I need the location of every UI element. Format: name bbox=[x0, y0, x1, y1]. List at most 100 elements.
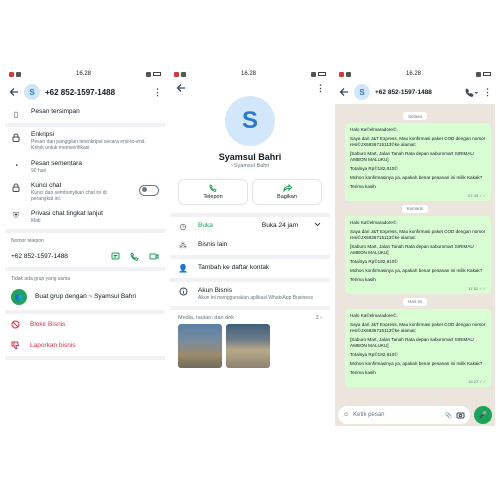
message-bubble[interactable]: Halo Ka©elmaradore©, Saya dari J&T Expres… bbox=[345, 215, 491, 294]
message-text: Totalnya Rp©182,810© bbox=[350, 165, 398, 171]
more-options-icon[interactable]: ⋮ bbox=[316, 83, 325, 94]
temporary-desc: 90 hari bbox=[31, 167, 47, 174]
business-account-title: Akun Bisnis bbox=[198, 287, 232, 294]
call-label: Telepon bbox=[203, 194, 223, 200]
chevron-down-icon[interactable] bbox=[312, 222, 322, 227]
encryption-desc: Pesan dan panggilan terenkripsi secara e… bbox=[31, 139, 146, 152]
media-count: 2 bbox=[315, 315, 319, 322]
media-thumbnail[interactable] bbox=[226, 324, 270, 369]
notification-icon bbox=[339, 71, 344, 77]
more-options-icon[interactable]: ⋮ bbox=[153, 87, 162, 98]
notification-icon bbox=[181, 71, 186, 77]
add-person-icon: 👤 bbox=[178, 264, 188, 273]
date-separator: Hari ini bbox=[402, 297, 427, 306]
call-button[interactable]: Telepon bbox=[178, 179, 248, 205]
back-arrow-icon[interactable] bbox=[176, 83, 186, 93]
chat-lock-desc: Kunci dan sembunyikan chat ini di perang… bbox=[31, 189, 107, 202]
message-text: Mohon konfirmasinya ya, apakah benar pes… bbox=[350, 360, 483, 366]
message-text: Mohon konfirmasinya ya, apakah benar pes… bbox=[350, 174, 483, 180]
block-business-row[interactable]: Blokir Bisnis bbox=[5, 314, 165, 335]
business-account-desc: Akun ini menggunakan aplikasi WhatsApp B… bbox=[198, 295, 314, 301]
read-receipt-icon: ✓✓ bbox=[478, 192, 486, 198]
report-business-row[interactable]: Laporkan bisnis bbox=[5, 335, 165, 356]
block-icon bbox=[11, 320, 20, 329]
temporary-title: Pesan sementara bbox=[31, 159, 82, 167]
chat-title[interactable]: +62 852-1597-1488 bbox=[375, 89, 460, 96]
attach-icon[interactable]: 📎 bbox=[445, 412, 452, 419]
business-profile-panel: 16.28 ⋮ S Syamsul Bahri ~Syamsul Bahri T… bbox=[170, 68, 330, 426]
battery-icon bbox=[482, 72, 491, 76]
encryption-row[interactable]: Enkripsi Pesan dan panggilan terenkripsi … bbox=[5, 127, 165, 156]
mic-button[interactable]: 🎤 bbox=[474, 406, 492, 424]
create-group-row[interactable]: 👥 Buat grup dengan ~ Syamsul Bahri bbox=[5, 284, 165, 310]
chat-lock-toggle[interactable] bbox=[139, 184, 159, 196]
message-text: Terima kasih bbox=[350, 369, 376, 375]
message-list: Selasa Halo Ka©elmaradore©, Saya dari J&T … bbox=[335, 104, 495, 404]
message-bubble[interactable]: Halo Ka©elmaradore©, Saya dari J&T Expres… bbox=[345, 123, 491, 201]
contact-info-panel: 16.28 S +62 852-1597-1488 ⋮ ▯ Pesan ters… bbox=[5, 68, 165, 426]
profile-avatar[interactable]: S bbox=[225, 96, 275, 146]
more-business-label: Bisnis lain bbox=[198, 241, 228, 248]
phone-call-icon[interactable] bbox=[130, 251, 139, 261]
more-options-icon[interactable]: ⋮ bbox=[483, 87, 492, 98]
message-text: Saya dari J&T Express, Mau konfirmasi pa… bbox=[350, 135, 487, 147]
avatar[interactable]: S bbox=[24, 84, 40, 100]
add-contact-row[interactable]: 👤 Tambah ke daftar kontak bbox=[170, 259, 330, 278]
media-header[interactable]: Media, tautan, dan dok 2 › bbox=[170, 310, 330, 324]
back-arrow-icon[interactable] bbox=[9, 87, 19, 97]
battery-icon bbox=[152, 72, 161, 76]
call-menu-icon[interactable] bbox=[465, 87, 478, 97]
share-button[interactable]: Bagikan bbox=[252, 179, 322, 205]
read-receipt-icon: ✓✓ bbox=[478, 285, 486, 291]
read-receipt-icon: ✓✓ bbox=[478, 378, 486, 384]
back-arrow-icon[interactable] bbox=[339, 87, 349, 97]
notification-icon bbox=[9, 71, 14, 77]
media-thumbnail[interactable] bbox=[178, 324, 222, 369]
message-text: [Saburo Mart, Jalan Tanah Rata depan sab… bbox=[350, 243, 475, 255]
phone-row[interactable]: +62 852-1597-1488 bbox=[5, 246, 165, 267]
message-icon[interactable] bbox=[111, 252, 120, 261]
lock-icon bbox=[11, 132, 21, 142]
message-text: Terima kasih bbox=[350, 183, 376, 189]
chat-lock-row[interactable]: Kunci chat Kunci dan sembunyikan chat ini… bbox=[5, 178, 165, 207]
business-account-row[interactable]: Akun Bisnis Akun ini menggunakan aplikasi… bbox=[170, 282, 330, 306]
contact-title: +62 852-1597-1488 bbox=[45, 87, 116, 97]
avatar[interactable]: S bbox=[354, 84, 370, 100]
status-time: 16.28 bbox=[240, 71, 256, 77]
emoji-icon[interactable]: ☺ bbox=[343, 412, 349, 418]
share-label: Bagikan bbox=[277, 194, 297, 200]
status-time: 16.28 bbox=[405, 71, 421, 77]
header: S +62 852-1597-1488 ⋮ bbox=[5, 80, 165, 104]
temporary-messages-row[interactable]: ◔ Pesan sementara 90 hari bbox=[5, 156, 165, 178]
message-input[interactable]: ☺ Ketik pesan 📎 bbox=[338, 406, 470, 424]
camera-icon[interactable] bbox=[456, 411, 465, 419]
message-text: Halo Ka©elmaradore©, bbox=[350, 127, 398, 132]
message-text: Terima kasih bbox=[350, 276, 376, 282]
block-label: Blokir Bisnis bbox=[30, 320, 66, 328]
create-group-label: Buat grup dengan ~ Syamsul Bahri bbox=[35, 293, 136, 300]
info-icon bbox=[178, 287, 188, 296]
clock-icon: ◷ bbox=[179, 222, 187, 231]
business-hours-row[interactable]: ◷ Buka Buka 24 jam bbox=[170, 217, 330, 236]
message-text: Mohon konfirmasinya ya, apakah benar pes… bbox=[350, 267, 483, 273]
status-bar: 16.28 bbox=[5, 68, 165, 80]
signal-icon bbox=[310, 71, 316, 77]
notification-icon bbox=[16, 71, 21, 77]
advanced-privacy-row[interactable]: ⛨ Privasi chat tingkat lanjut Mati bbox=[5, 206, 165, 228]
date-separator: Selasa bbox=[403, 112, 427, 120]
chat-panel: 16.28 S +62 852-1597-1488 ⋮ Selasa Halo K… bbox=[335, 68, 495, 426]
battery-icon bbox=[317, 72, 326, 76]
bookmark-icon: ▯ bbox=[13, 109, 19, 119]
status-bar: 16.28 bbox=[335, 68, 495, 80]
video-call-icon[interactable] bbox=[149, 252, 159, 261]
more-business-row[interactable]: ⁂ Bisnis lain bbox=[170, 236, 330, 255]
date-separator: Kemarin bbox=[401, 204, 429, 213]
message-time: 07.49 bbox=[468, 192, 479, 198]
advanced-privacy-title: Privasi chat tingkat lanjut bbox=[31, 210, 103, 218]
saved-messages-row[interactable]: ▯ Pesan tersimpan bbox=[5, 104, 165, 123]
message-bubble[interactable]: Halo Ka©elmaradore©, Saya dari J&T Expres… bbox=[345, 308, 491, 387]
status-time: 16.28 bbox=[75, 71, 91, 77]
shield-icon: ⛨ bbox=[13, 211, 19, 221]
advanced-privacy-desc: Mati bbox=[31, 218, 41, 225]
signal-icon bbox=[475, 71, 481, 77]
